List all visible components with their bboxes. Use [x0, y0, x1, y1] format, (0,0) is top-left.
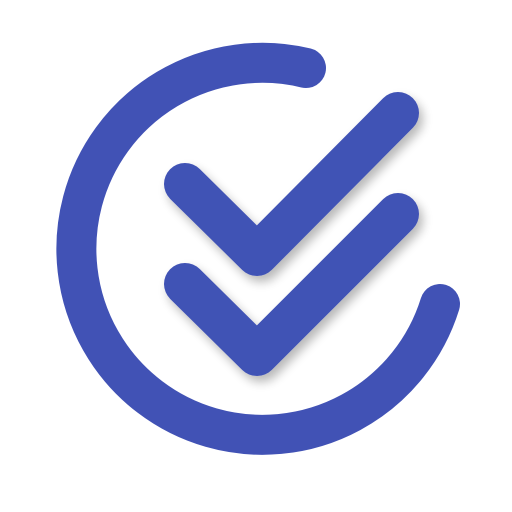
- check-mark-group: [164, 92, 419, 376]
- logo-canvas: [0, 0, 512, 512]
- double-check-circle-icon: [56, 42, 460, 455]
